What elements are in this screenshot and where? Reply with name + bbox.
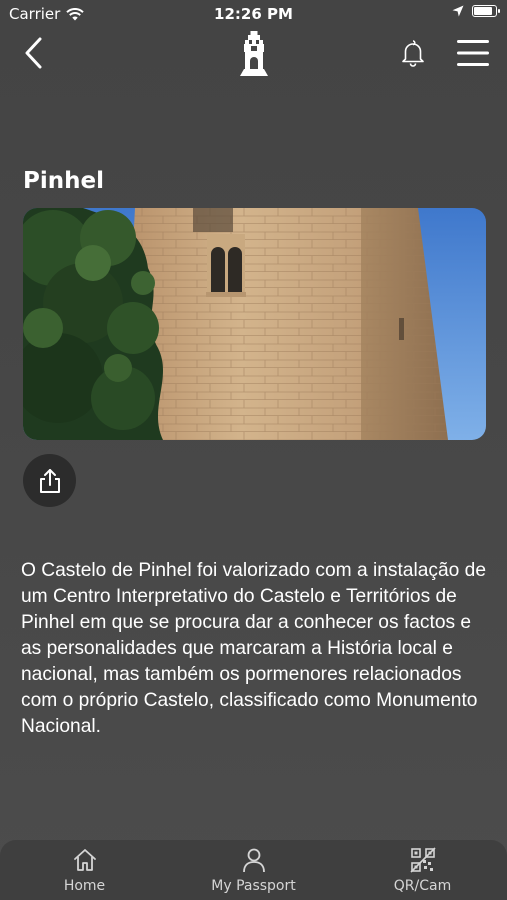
tab-bar: Home My Passport QR/Cam xyxy=(0,840,507,900)
castle-tower-photo xyxy=(23,208,486,440)
tab-qr-cam-label: QR/Cam xyxy=(393,878,452,894)
share-icon xyxy=(39,468,60,493)
tab-home-label: Home xyxy=(63,878,106,894)
hero-image xyxy=(23,208,486,440)
share-button[interactable] xyxy=(23,454,76,507)
description-text: O Castelo de Pinhel foi valorizado com a… xyxy=(21,560,487,737)
status-right xyxy=(452,5,500,17)
home-icon xyxy=(73,849,96,871)
page-title: Pinhel xyxy=(23,168,104,194)
navigation-bar xyxy=(0,28,507,78)
battery-fill xyxy=(474,7,492,15)
castle-logo-icon[interactable] xyxy=(238,30,270,76)
qr-code-icon xyxy=(409,847,436,873)
hamburger-menu-icon[interactable] xyxy=(455,37,491,69)
battery-icon xyxy=(472,5,500,17)
tab-home[interactable]: Home xyxy=(0,840,169,900)
bell-icon[interactable] xyxy=(399,38,427,68)
back-chevron-icon[interactable] xyxy=(20,36,50,70)
tab-qr-cam[interactable]: QR/Cam xyxy=(338,840,507,900)
status-bar: Carrier 12:26 PM xyxy=(0,0,507,28)
tab-my-passport[interactable]: My Passport xyxy=(169,840,338,900)
location-arrow-icon xyxy=(452,5,464,17)
status-time: 12:26 PM xyxy=(214,5,293,23)
tab-my-passport-label: My Passport xyxy=(211,878,296,894)
user-icon xyxy=(242,848,265,873)
